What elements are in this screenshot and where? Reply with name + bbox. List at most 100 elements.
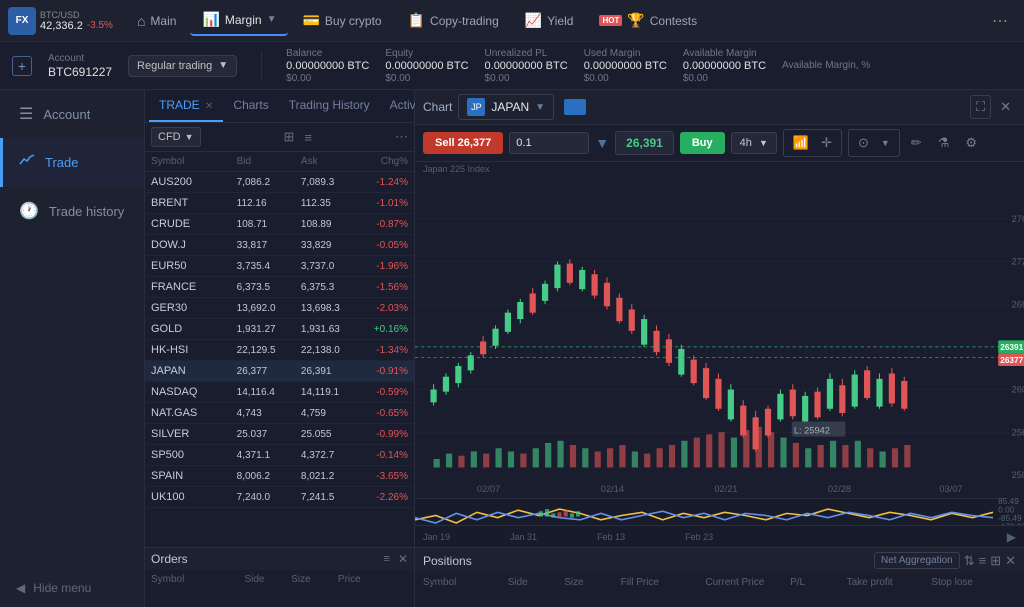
instrument-row[interactable]: GER30 13,692.0 13,698.3 -2.03% (145, 298, 414, 319)
flask-icon[interactable]: ⚗ (933, 132, 955, 154)
instrument-ask: 26,391 (301, 366, 365, 377)
crosshair-icon[interactable]: ✛ (816, 132, 837, 154)
instruments-table: AUS200 7,086.2 7,089.3 -1.24% BRENT 112.… (145, 172, 414, 547)
instrument-row[interactable]: SPAIN 8,006.2 8,021.2 -3.65% (145, 466, 414, 487)
instrument-symbol: SP500 (151, 449, 237, 461)
sell-button[interactable]: Sell 26,377 (423, 132, 503, 154)
balance-field: Balance 0.00000000 BTC $0.00 (286, 48, 369, 84)
svg-text:25600: 25600 (1012, 427, 1024, 438)
nav-margin[interactable]: 📊 Margin ▼ (190, 5, 288, 36)
cfd-selector[interactable]: CFD ▼ (151, 127, 201, 147)
chart-tools-group: 📶 ✛ (783, 129, 842, 157)
nav-copy-trading[interactable]: 📋 Copy-trading (396, 6, 511, 35)
chart-area: Japan 225 Index 27600 27200 26800 26400 … (415, 162, 1024, 525)
pair-label: BTC/USD (40, 10, 113, 20)
instrument-row[interactable]: UK100 7,240.0 7,241.5 -2.26% (145, 487, 414, 508)
pos-col-pl: P/L (790, 577, 846, 588)
used-margin-label: Used Margin (584, 48, 667, 59)
instruments-menu-button[interactable]: ⋯ (395, 129, 408, 145)
quantity-input[interactable] (509, 132, 589, 154)
buy-button[interactable]: Buy (680, 132, 725, 154)
instrument-bid: 4,371.1 (237, 450, 301, 461)
instrument-row[interactable]: NAT.GAS 4,743 4,759 -0.65% (145, 403, 414, 424)
instrument-row[interactable]: NASDAQ 14,116.4 14,119.1 -0.59% (145, 382, 414, 403)
nav-yield[interactable]: 📈 Yield (513, 6, 586, 35)
nav-contests[interactable]: HOT 🏆 Contests (587, 6, 709, 35)
svg-text:26800: 26800 (1012, 299, 1024, 310)
tab-close-icon[interactable]: ✕ (205, 101, 213, 112)
instrument-row[interactable]: DOW.J 33,817 33,829 -0.05% (145, 235, 414, 256)
instrument-row[interactable]: SP500 4,371.1 4,372.7 -0.14% (145, 445, 414, 466)
orders-menu-icon[interactable]: ≡ (384, 553, 390, 565)
settings-icon[interactable]: ⚙ (960, 132, 982, 154)
instrument-change: -0.59% (365, 387, 408, 398)
price-value: 42,336.2 (40, 20, 83, 32)
instruments-filter-button[interactable]: ≡ (304, 130, 312, 145)
instrument-change: -0.91% (365, 366, 408, 377)
positions-close-icon[interactable]: ✕ (1005, 553, 1016, 569)
bar-chart-icon[interactable]: 📶 (788, 132, 814, 154)
instrument-row[interactable]: AUS200 7,086.2 7,089.3 -1.24% (145, 172, 414, 193)
hide-menu-label: Hide menu (33, 581, 91, 595)
instrument-symbol: SILVER (151, 428, 237, 440)
account-id: BTC691227 (48, 65, 112, 79)
timeframe-selector[interactable]: 4h ▼ (731, 132, 777, 154)
chart-subtitle: Japan 225 Index (415, 162, 1024, 176)
timeline-date-4: Feb 23 (685, 532, 713, 542)
instrument-symbol: NASDAQ (151, 386, 237, 398)
nav-more-icon[interactable]: ⋯ (984, 7, 1016, 35)
svg-text:02/14: 02/14 (601, 484, 624, 495)
instrument-ask: 4,759 (301, 408, 365, 419)
qty-down-icon[interactable]: ▼ (595, 135, 609, 151)
instrument-row[interactable]: EUR50 3,735.4 3,737.0 -1.96% (145, 256, 414, 277)
positions-settings-icon[interactable]: ⊞ (990, 553, 1001, 569)
instrument-row[interactable]: CRUDE 108.71 108.89 -0.87% (145, 214, 414, 235)
instrument-row[interactable]: BRENT 112.16 112.35 -1.01% (145, 193, 414, 214)
indicator-arrow[interactable]: ▼ (876, 135, 895, 151)
chart-label: Chart (423, 100, 452, 114)
net-aggregation-button[interactable]: Net Aggregation (874, 552, 960, 569)
buy-price-display: 26,391 (615, 131, 674, 155)
tab-charts[interactable]: Charts (223, 90, 278, 122)
orders-close-icon[interactable]: ✕ (398, 552, 408, 566)
nav-buy-crypto[interactable]: 💳 Buy crypto (290, 6, 393, 35)
nav-copy-trading-label: Copy-trading (430, 14, 499, 28)
instrument-bid: 1,931.27 (237, 324, 301, 335)
instrument-row[interactable]: GOLD 1,931.27 1,931.63 +0.16% (145, 319, 414, 340)
pencil-icon[interactable]: ✏ (906, 132, 927, 154)
nav-main[interactable]: ⌂ Main (125, 7, 188, 35)
nav-right: ⋯ (984, 7, 1016, 35)
unrealized-pl-usd: $0.00 (485, 73, 568, 84)
timeline-scroll-right[interactable]: ▶ (1007, 530, 1016, 544)
instruments-search-button[interactable]: ⊞ (284, 129, 295, 145)
cfd-label: CFD (158, 131, 181, 143)
tab-trading-history[interactable]: Trading History (279, 90, 380, 122)
positions-menu-icon[interactable]: ≡ (979, 553, 987, 568)
instrument-row[interactable]: SILVER 25.037 25.055 -0.99% (145, 424, 414, 445)
sidebar-item-account[interactable]: ☰ Account (0, 90, 144, 138)
instrument-bid: 4,743 (237, 408, 301, 419)
svg-text:25000: 25000 (1012, 470, 1024, 481)
instrument-row[interactable]: HK-HSI 22,129.5 22,138.0 -1.34% (145, 340, 414, 361)
available-margin-pct-field: Available Margin, % (782, 60, 870, 71)
positions-sort-icon[interactable]: ⇅ (964, 553, 975, 569)
positions-panel: Positions Net Aggregation ⇅ ≡ ⊞ ✕ Symbol… (415, 547, 1024, 607)
add-account-button[interactable]: + (12, 56, 32, 76)
indicator-icon[interactable]: ⊙ (853, 132, 874, 154)
chart-close-icon[interactable]: ✕ (995, 96, 1016, 118)
unrealized-pl-field: Unrealized PL 0.00000000 BTC $0.00 (485, 48, 568, 84)
sidebar-item-trade-history[interactable]: 🕐 Trade history (0, 187, 144, 235)
chart-symbol-selector[interactable]: JP JAPAN ▼ (458, 94, 554, 120)
instrument-bid: 13,692.0 (237, 303, 301, 314)
col-ask: Ask (301, 156, 365, 167)
price-change: -3.5% (87, 20, 113, 31)
orders-title: Orders (151, 552, 188, 566)
trading-type-selector[interactable]: Regular trading ▼ (128, 55, 237, 77)
hide-menu-button[interactable]: ◀ Hide menu (0, 569, 144, 607)
chart-fullscreen-icon[interactable]: ⛶ (970, 95, 991, 119)
tab-trade[interactable]: TRADE ✕ (149, 90, 223, 122)
sidebar-item-trade[interactable]: Trade (0, 138, 144, 187)
instrument-row[interactable]: JAPAN 26,377 26,391 -0.91% (145, 361, 414, 382)
instrument-symbol: NAT.GAS (151, 407, 237, 419)
instrument-row[interactable]: FRANCE 6,373.5 6,375.3 -1.56% (145, 277, 414, 298)
